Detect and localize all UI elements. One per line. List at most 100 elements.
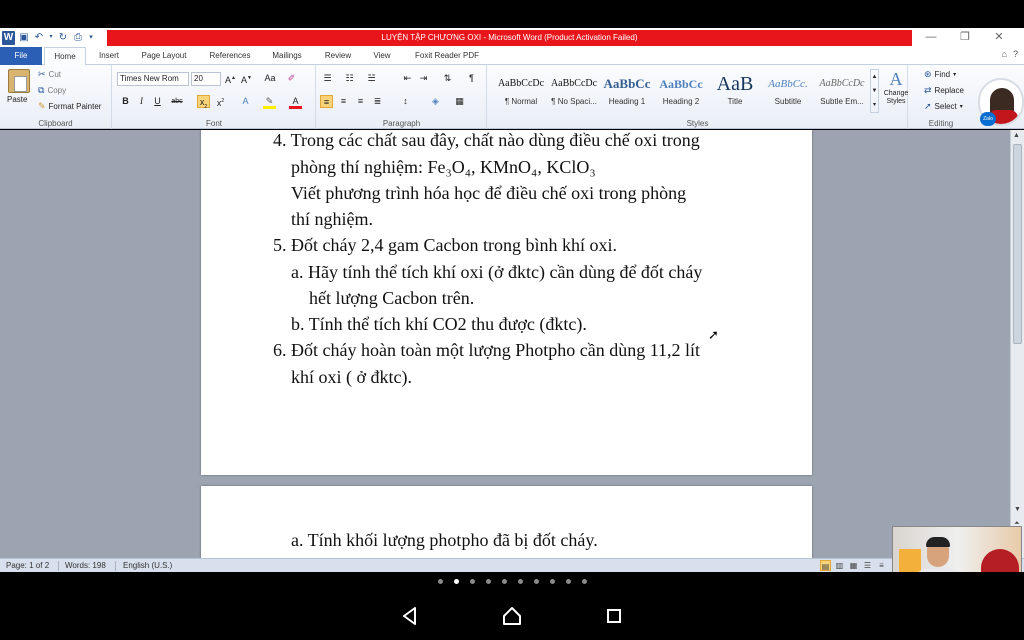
- page-dot[interactable]: [438, 579, 443, 584]
- styles-group-label: Styles: [686, 119, 709, 128]
- shrink-font-icon[interactable]: A▼: [240, 72, 253, 85]
- page-dot[interactable]: [534, 579, 539, 584]
- font-size-select[interactable]: 20: [191, 72, 221, 86]
- scroll-thumb[interactable]: [1013, 144, 1022, 344]
- style-no-spacing[interactable]: AaBbCcDc ¶ No Spaci...: [547, 71, 601, 113]
- tab-foxit-reader-pdf[interactable]: Foxit Reader PDF: [407, 47, 487, 65]
- home-icon[interactable]: [500, 604, 524, 628]
- tab-references[interactable]: References: [201, 47, 259, 65]
- page-indicator-bar: [0, 572, 1024, 592]
- decrease-indent-icon[interactable]: ⇤: [401, 72, 414, 85]
- borders-icon[interactable]: ▦: [453, 95, 466, 108]
- italic-icon[interactable]: I: [135, 95, 148, 108]
- tab-home[interactable]: Home: [44, 47, 86, 66]
- subscript-icon[interactable]: x2: [197, 95, 210, 110]
- style-subtitle[interactable]: AaBbCc. Subtitle: [761, 71, 815, 113]
- scroll-down-icon[interactable]: ▼: [1014, 506, 1021, 513]
- back-icon[interactable]: [398, 604, 422, 628]
- highlight-icon[interactable]: ✎: [263, 95, 276, 109]
- justify-icon[interactable]: ≣: [371, 95, 384, 108]
- recents-icon[interactable]: [602, 604, 626, 628]
- minimize-icon[interactable]: —: [914, 28, 948, 47]
- page-dot-active[interactable]: [454, 579, 459, 584]
- align-left-icon[interactable]: ≡: [320, 95, 333, 108]
- binoculars-icon: ⊛: [924, 69, 932, 79]
- shading-icon[interactable]: ◈: [429, 95, 442, 108]
- paste-button[interactable]: Paste: [7, 95, 27, 104]
- scroll-up-icon[interactable]: ▲: [1013, 132, 1020, 139]
- outline-icon[interactable]: ☰: [862, 560, 873, 571]
- style-normal[interactable]: AaBbCcDc ¶ Normal: [494, 71, 548, 113]
- page-dot[interactable]: [470, 579, 475, 584]
- tab-insert[interactable]: Insert: [90, 47, 128, 65]
- style-title[interactable]: AaB Title: [708, 71, 762, 113]
- multilevel-list-icon[interactable]: ☱: [365, 72, 378, 85]
- text-effects-icon[interactable]: A: [239, 95, 252, 108]
- close-icon[interactable]: ✕: [982, 28, 1016, 47]
- show-marks-icon[interactable]: ¶: [465, 72, 478, 85]
- page-dot[interactable]: [502, 579, 507, 584]
- web-layout-icon[interactable]: ▦: [848, 560, 859, 571]
- page-dot[interactable]: [550, 579, 555, 584]
- print-layout-icon[interactable]: ▤: [820, 560, 831, 571]
- tab-mailings[interactable]: Mailings: [264, 47, 310, 65]
- change-case-button[interactable]: Aa: [261, 72, 279, 85]
- style-subtle-emphasis[interactable]: AaBbCcDc Subtle Em...: [815, 71, 869, 113]
- clear-formatting-icon[interactable]: ✐: [285, 72, 298, 85]
- font-name-select[interactable]: Times New Rom: [117, 72, 189, 86]
- numbering-icon[interactable]: ☷: [343, 72, 356, 85]
- font-group: Times New Rom 20 A▲ A▼ Aa ✐ B I U abc x2…: [113, 65, 316, 129]
- increase-indent-icon[interactable]: ⇥: [417, 72, 430, 85]
- styles-scroll-arrows[interactable]: ▲ ▼ ▾: [870, 69, 879, 113]
- page-dot[interactable]: [566, 579, 571, 584]
- help-icon[interactable]: ?: [1013, 49, 1018, 59]
- page-dot[interactable]: [486, 579, 491, 584]
- copy-button[interactable]: ⧉ Copy: [38, 85, 66, 96]
- style-name: Subtle Em...: [820, 97, 864, 106]
- style-heading-2[interactable]: AaBbCc Heading 2: [654, 71, 708, 113]
- undo-icon[interactable]: ↶: [33, 31, 45, 44]
- language-indicator[interactable]: English (U.S.): [123, 559, 172, 573]
- underline-icon[interactable]: U: [151, 95, 164, 108]
- document-page-1[interactable]: 4. Trong các chất sau đây, chất nào dùng…: [201, 130, 812, 475]
- draft-icon[interactable]: ≡: [876, 560, 887, 571]
- ribbon-minimize-icon[interactable]: ⌂: [1002, 49, 1007, 59]
- tab-page-layout[interactable]: Page Layout: [133, 47, 195, 65]
- line-spacing-icon[interactable]: ↕: [399, 95, 412, 108]
- page-dot[interactable]: [518, 579, 523, 584]
- font-color-icon[interactable]: A: [289, 95, 302, 109]
- full-screen-reading-icon[interactable]: ▥: [834, 560, 845, 571]
- format-painter-button[interactable]: ✎ Format Painter: [38, 101, 101, 112]
- style-heading-1[interactable]: AaBbCc Heading 1: [600, 71, 654, 113]
- replace-button[interactable]: ⇄ Replace: [924, 85, 964, 96]
- align-right-icon[interactable]: ≡: [354, 95, 367, 108]
- print-preview-icon[interactable]: ⎙: [72, 31, 84, 44]
- change-styles-button[interactable]: A Change Styles: [881, 69, 911, 115]
- bold-icon[interactable]: B: [119, 95, 132, 108]
- cut-button[interactable]: ✂ Cut: [38, 69, 61, 80]
- strikethrough-icon[interactable]: abc: [169, 95, 185, 108]
- tab-view[interactable]: View: [364, 47, 400, 65]
- select-button[interactable]: ➚ Select ▾: [924, 101, 963, 112]
- tab-review[interactable]: Review: [318, 47, 358, 65]
- superscript-icon[interactable]: x2: [214, 95, 227, 108]
- word-logo-icon[interactable]: W: [2, 30, 15, 45]
- page-dot[interactable]: [582, 579, 587, 584]
- style-sample: AaBbCc: [603, 76, 651, 91]
- redo-icon[interactable]: ↻: [57, 31, 69, 44]
- paste-icon[interactable]: [8, 69, 30, 93]
- page-count[interactable]: Page: 1 of 2: [6, 559, 49, 573]
- tab-file[interactable]: File: [0, 47, 42, 65]
- save-icon[interactable]: ▣: [18, 31, 30, 44]
- document-page-2[interactable]: a. Tính khối lượng photpho đã bị đốt chá…: [201, 486, 812, 558]
- bullets-icon[interactable]: ☰: [321, 72, 334, 85]
- find-button[interactable]: ⊛ Find ▾: [924, 69, 956, 80]
- sort-icon[interactable]: ⇅: [441, 72, 454, 85]
- word-count[interactable]: Words: 198: [65, 559, 106, 573]
- align-center-icon[interactable]: ≡: [337, 95, 350, 108]
- vertical-scrollbar[interactable]: ▲ ▼ ⏶ ● ⏷: [1010, 130, 1024, 558]
- grow-font-icon[interactable]: A▲: [224, 72, 237, 85]
- restore-icon[interactable]: ❐: [948, 28, 982, 47]
- undo-dropdown-icon[interactable]: ▾: [48, 31, 54, 44]
- customize-qat-icon[interactable]: ▾: [87, 31, 95, 44]
